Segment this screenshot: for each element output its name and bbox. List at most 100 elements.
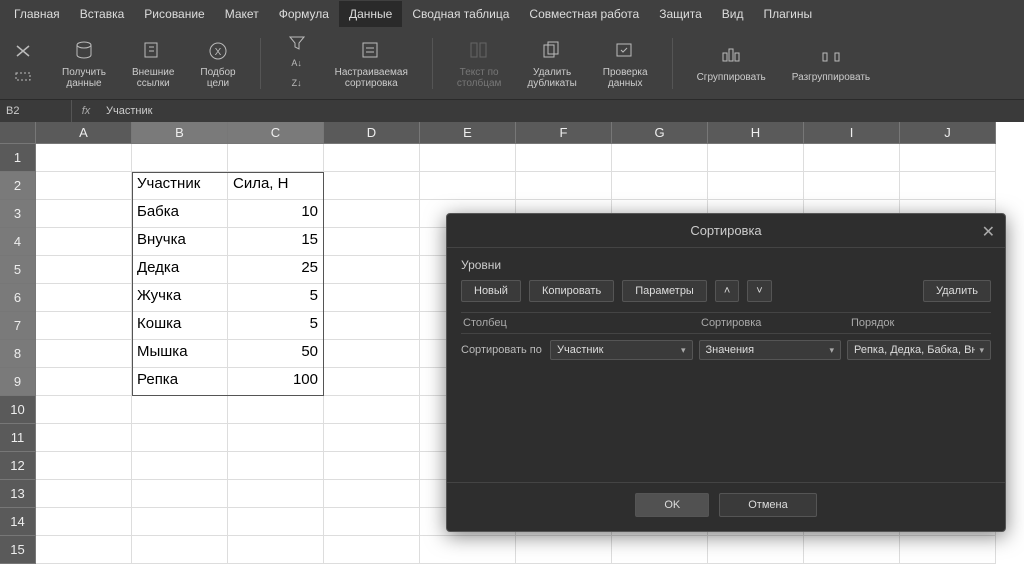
menu-item[interactable]: Плагины: [754, 1, 823, 27]
cell[interactable]: [36, 284, 132, 312]
row-header[interactable]: 1: [0, 144, 36, 172]
cell[interactable]: [324, 312, 420, 340]
copy-level-button[interactable]: Копировать: [529, 280, 614, 302]
cell[interactable]: [708, 536, 804, 564]
column-header[interactable]: H: [708, 122, 804, 144]
cell[interactable]: [708, 144, 804, 172]
cell[interactable]: [228, 480, 324, 508]
filter-sort-group[interactable]: A↓ Z↓: [281, 32, 313, 95]
menu-item[interactable]: Формула: [269, 1, 339, 27]
cell[interactable]: [612, 172, 708, 200]
params-button[interactable]: Параметры: [622, 280, 707, 302]
cell[interactable]: [228, 536, 324, 564]
cell[interactable]: [612, 144, 708, 172]
column-header[interactable]: A: [36, 122, 132, 144]
column-select[interactable]: Участник▾: [550, 340, 692, 360]
row-header[interactable]: 8: [0, 340, 36, 368]
move-down-button[interactable]: ˅: [747, 280, 771, 302]
cell[interactable]: [132, 396, 228, 424]
menu-item[interactable]: Главная: [4, 1, 70, 27]
cell[interactable]: [900, 144, 996, 172]
column-header[interactable]: G: [612, 122, 708, 144]
cell[interactable]: [36, 452, 132, 480]
cell[interactable]: [132, 536, 228, 564]
cell[interactable]: [132, 424, 228, 452]
cell[interactable]: [324, 452, 420, 480]
column-header[interactable]: J: [900, 122, 996, 144]
custom-sort-button[interactable]: Настраиваемая сортировка: [331, 32, 412, 95]
cell[interactable]: [36, 536, 132, 564]
external-links-button[interactable]: Внешние ссылки: [128, 32, 178, 95]
column-header[interactable]: C: [228, 122, 324, 144]
row-header[interactable]: 11: [0, 424, 36, 452]
column-header[interactable]: I: [804, 122, 900, 144]
row-header[interactable]: 10: [0, 396, 36, 424]
cell[interactable]: [324, 340, 420, 368]
cell[interactable]: [36, 508, 132, 536]
row-header[interactable]: 4: [0, 228, 36, 256]
cell[interactable]: [228, 452, 324, 480]
fx-label[interactable]: fx: [72, 105, 100, 117]
cell-reference[interactable]: B2: [0, 100, 72, 122]
ok-button[interactable]: OK: [635, 493, 709, 517]
cell[interactable]: [516, 536, 612, 564]
cell[interactable]: [132, 480, 228, 508]
column-header[interactable]: F: [516, 122, 612, 144]
data-validation-button[interactable]: Проверка данных: [599, 32, 652, 95]
cell[interactable]: [900, 172, 996, 200]
cell[interactable]: [324, 396, 420, 424]
menu-item[interactable]: Вставка: [70, 1, 135, 27]
cell[interactable]: [36, 312, 132, 340]
cell[interactable]: [420, 144, 516, 172]
row-header[interactable]: 14: [0, 508, 36, 536]
cell[interactable]: [36, 172, 132, 200]
menu-item[interactable]: Защита: [649, 1, 712, 27]
cell[interactable]: [36, 396, 132, 424]
cancel-button[interactable]: Отмена: [719, 493, 816, 517]
cell[interactable]: [324, 200, 420, 228]
ungroup-button[interactable]: Разгруппировать: [788, 32, 874, 95]
cell[interactable]: [132, 144, 228, 172]
menu-item[interactable]: Вид: [712, 1, 754, 27]
cell[interactable]: [36, 228, 132, 256]
cell[interactable]: [36, 200, 132, 228]
cell[interactable]: [324, 228, 420, 256]
cell[interactable]: [324, 256, 420, 284]
group-button[interactable]: Сгруппировать: [693, 32, 770, 95]
cell[interactable]: [324, 480, 420, 508]
menu-item[interactable]: Макет: [215, 1, 269, 27]
cell[interactable]: [324, 536, 420, 564]
cell[interactable]: [36, 368, 132, 396]
cell[interactable]: [36, 256, 132, 284]
column-header[interactable]: D: [324, 122, 420, 144]
cell[interactable]: [324, 172, 420, 200]
column-header[interactable]: B: [132, 122, 228, 144]
cell[interactable]: [324, 508, 420, 536]
new-level-button[interactable]: Новый: [461, 280, 521, 302]
sort-on-select[interactable]: Значения▾: [699, 340, 841, 360]
row-header[interactable]: 6: [0, 284, 36, 312]
menu-item[interactable]: Сводная таблица: [402, 1, 519, 27]
cut-paste-group[interactable]: [8, 32, 40, 95]
cell[interactable]: [132, 508, 228, 536]
cell[interactable]: [228, 396, 324, 424]
row-header[interactable]: 12: [0, 452, 36, 480]
cell[interactable]: [804, 172, 900, 200]
row-header[interactable]: 5: [0, 256, 36, 284]
order-select[interactable]: Репка, Дедка, Бабка, Вн▾: [847, 340, 991, 360]
cell[interactable]: [228, 144, 324, 172]
cell[interactable]: [900, 536, 996, 564]
cell[interactable]: [36, 144, 132, 172]
cell[interactable]: [516, 144, 612, 172]
cell[interactable]: [228, 424, 324, 452]
cell[interactable]: [516, 172, 612, 200]
formula-input[interactable]: Участник: [100, 105, 1024, 117]
move-up-button[interactable]: ˄: [715, 280, 739, 302]
row-header[interactable]: 2: [0, 172, 36, 200]
close-icon[interactable]: ✕: [982, 222, 995, 242]
cell[interactable]: [324, 144, 420, 172]
cell[interactable]: [132, 452, 228, 480]
goal-seek-button[interactable]: X Подбор цели: [196, 32, 239, 95]
cell[interactable]: [420, 536, 516, 564]
row-header[interactable]: 13: [0, 480, 36, 508]
